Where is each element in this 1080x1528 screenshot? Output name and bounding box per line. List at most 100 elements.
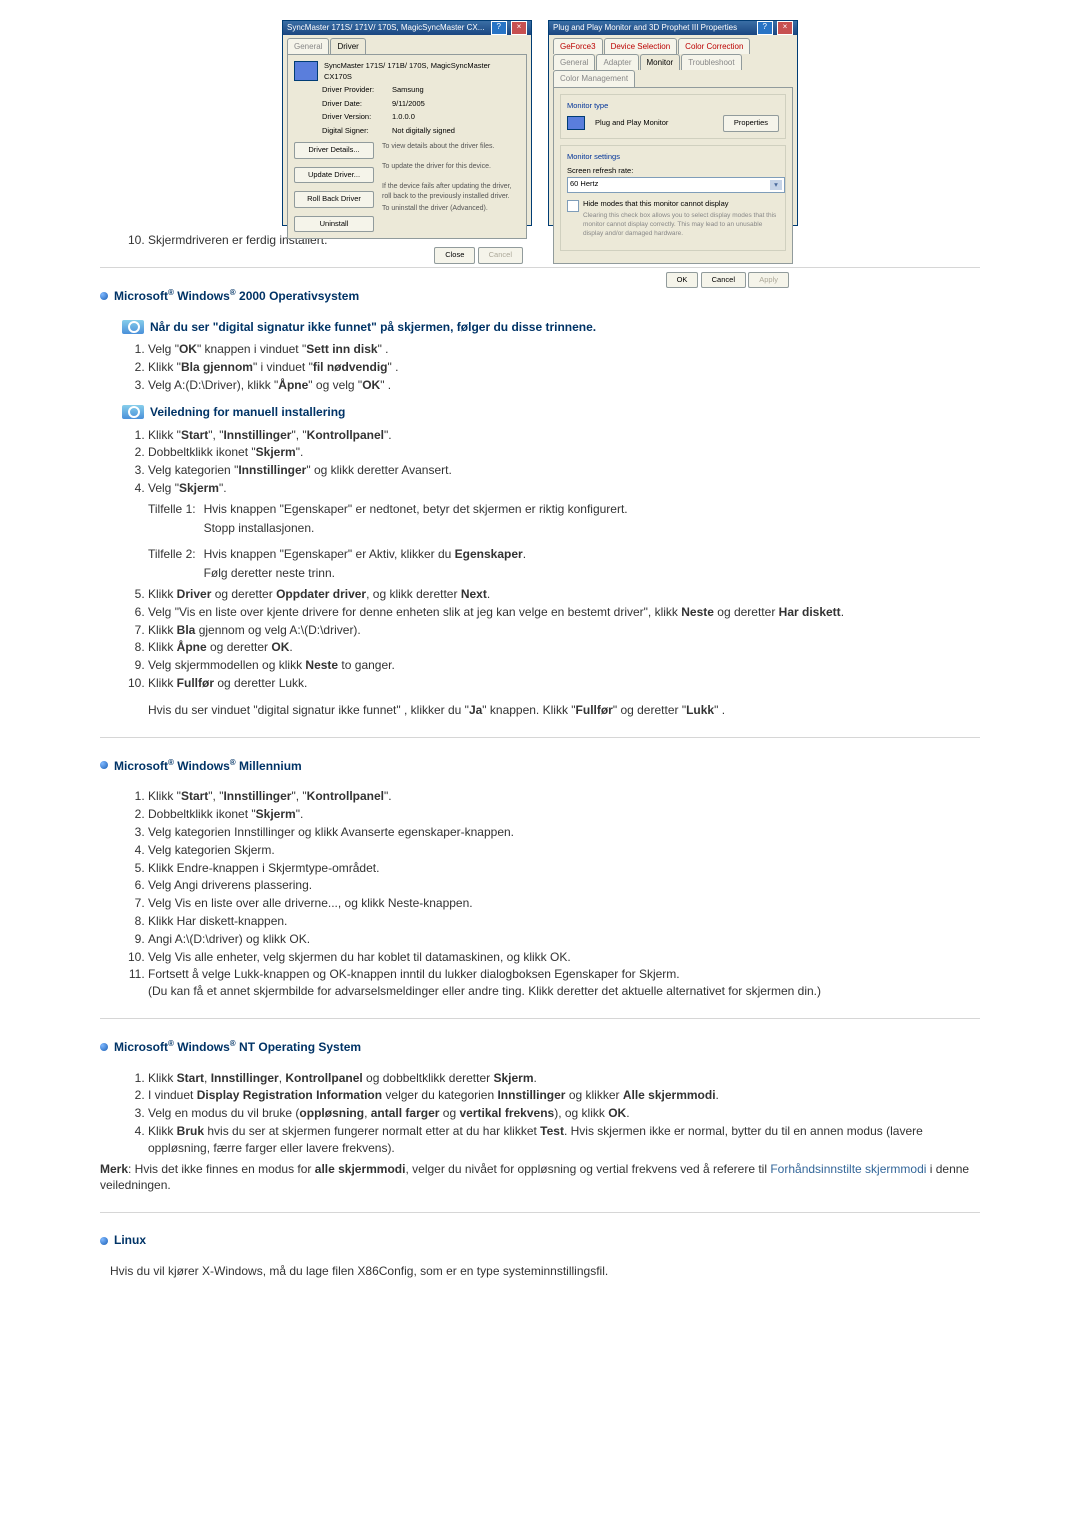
cancel-button[interactable]: Cancel bbox=[701, 272, 746, 289]
dialog-body: SyncMaster 171S/ 171B/ 170S, MagicSyncMa… bbox=[287, 54, 527, 239]
section-windows-2000: Microsoft® Windows® 2000 Operativsystem bbox=[100, 287, 980, 305]
version-label: Driver Version: bbox=[322, 112, 392, 123]
monitor-type-label: Monitor type bbox=[567, 101, 779, 112]
section-title: Microsoft® Windows® NT Operating System bbox=[114, 1038, 361, 1056]
case-1-text: Hvis knappen "Egenskaper" er nedtonet, b… bbox=[204, 501, 628, 518]
dialog-title: SyncMaster 171S/ 171V/ 170S, MagicSyncMa… bbox=[287, 22, 484, 33]
list-item: Velg Vis alle enheter, velg skjermen du … bbox=[148, 949, 980, 966]
tab-color-correction[interactable]: Color Correction bbox=[678, 38, 750, 54]
properties-button[interactable]: Properties bbox=[723, 115, 779, 132]
list-item: Velg kategorien Skjerm. bbox=[148, 842, 980, 859]
monitor-icon bbox=[294, 61, 318, 81]
list-item-text: Fortsett å velge Lukk-knappen og OK-knap… bbox=[148, 967, 680, 981]
separator bbox=[100, 1212, 980, 1214]
monitor-settings-group: Monitor settings Screen refresh rate: 60… bbox=[560, 145, 786, 251]
section-linux: Linux bbox=[100, 1232, 980, 1249]
list-item: Klikk Endre-knappen i Skjermtype-området… bbox=[148, 860, 980, 877]
update-desc: To update the driver for this device. bbox=[382, 162, 520, 182]
list-item: Angi A:\(D:\driver) og klikk OK. bbox=[148, 931, 980, 948]
list-item: Velg en modus du vil bruke (oppløsning, … bbox=[148, 1105, 980, 1122]
manual-install-steps-b: Klikk Driver og deretter Oppdater driver… bbox=[100, 586, 980, 692]
close-icon[interactable]: × bbox=[777, 21, 793, 35]
list-item: Velg kategorien Innstillinger og klikk A… bbox=[148, 824, 980, 841]
case-2-label: Tilfelle 2: bbox=[148, 546, 196, 563]
hide-modes-desc: Clearing this check box allows you to se… bbox=[583, 211, 779, 238]
magnifier-icon bbox=[122, 320, 144, 334]
dialog-bottom-buttons: Close Cancel bbox=[283, 243, 531, 270]
tab-device-selection[interactable]: Device Selection bbox=[604, 38, 678, 54]
help-icon[interactable]: ? bbox=[491, 21, 507, 35]
monitor-type-value: Plug and Play Monitor bbox=[595, 118, 668, 129]
close-button[interactable]: Close bbox=[434, 247, 475, 264]
signer-value: Not digitally signed bbox=[392, 126, 455, 137]
refresh-rate-value: 60 Hertz bbox=[570, 179, 598, 190]
checkbox-box bbox=[567, 200, 579, 212]
separator bbox=[100, 1018, 980, 1020]
titlebar: SyncMaster 171S/ 171V/ 170S, MagicSyncMa… bbox=[283, 21, 531, 35]
list-item: Klikk Åpne og deretter OK. bbox=[148, 639, 980, 656]
apply-button: Apply bbox=[748, 272, 789, 289]
separator bbox=[100, 737, 980, 739]
monitor-type-group: Monitor type Plug and Play Monitor Prope… bbox=[560, 94, 786, 139]
bullet-icon bbox=[100, 1237, 108, 1245]
ok-button[interactable]: OK bbox=[666, 272, 699, 289]
list-item: Klikk Bruk hvis du ser at skjermen funge… bbox=[148, 1123, 980, 1157]
list-item: I vinduet Display Registration Informati… bbox=[148, 1087, 980, 1104]
chevron-down-icon: ▾ bbox=[770, 180, 782, 190]
linux-paragraph: Hvis du vil kjører X-Windows, må du lage… bbox=[110, 1263, 980, 1280]
update-driver-button[interactable]: Update Driver... bbox=[294, 167, 374, 184]
merk-label: Merk bbox=[100, 1162, 128, 1176]
tab-monitor[interactable]: Monitor bbox=[640, 54, 681, 70]
me-steps: Klikk "Start", "Innstillinger", "Kontrol… bbox=[100, 788, 980, 1000]
monitor-settings-label: Monitor settings bbox=[567, 152, 779, 163]
separator bbox=[100, 267, 980, 269]
uninstall-desc: To uninstall the driver (Advanced). bbox=[382, 204, 520, 214]
list-item: Velg "OK" knappen i vinduet "Sett inn di… bbox=[148, 341, 980, 358]
tab-color-management[interactable]: Color Management bbox=[553, 70, 635, 86]
list-item: Velg "Vis en liste over kjente drivere f… bbox=[148, 604, 980, 621]
preset-modes-link[interactable]: Forhåndsinnstilte skjermmodi bbox=[770, 1162, 926, 1176]
list-item: Fortsett å velge Lukk-knappen og OK-knap… bbox=[148, 966, 980, 1000]
tab-general[interactable]: General bbox=[553, 54, 595, 70]
magnifier-icon bbox=[122, 405, 144, 419]
version-value: 1.0.0.0 bbox=[392, 112, 415, 123]
section-title: Linux bbox=[114, 1232, 146, 1249]
hide-modes-checkbox[interactable]: Hide modes that this monitor cannot disp… bbox=[567, 199, 779, 239]
list-item: Velg Vis en liste over alle driverne...,… bbox=[148, 895, 980, 912]
list-item: Klikk Start, Innstillinger, Kontrollpane… bbox=[148, 1070, 980, 1087]
digital-signature-steps: Velg "OK" knappen i vinduet "Sett inn di… bbox=[100, 341, 980, 393]
rollback-driver-button[interactable]: Roll Back Driver bbox=[294, 191, 374, 208]
me-paren: (Du kan få et annet skjermbilde for adva… bbox=[148, 984, 821, 998]
list-item: Velg kategorien "Innstillinger" og klikk… bbox=[148, 462, 980, 479]
section-windows-me: Microsoft® Windows® Millennium bbox=[100, 757, 980, 775]
provider-label: Driver Provider: bbox=[322, 85, 392, 96]
dialog-body: Monitor type Plug and Play Monitor Prope… bbox=[553, 87, 793, 264]
manual-install-steps-a: Klikk "Start", "Innstillinger", "Kontrol… bbox=[100, 427, 980, 497]
close-icon[interactable]: × bbox=[511, 21, 527, 35]
window-buttons: ? × bbox=[489, 21, 527, 35]
list-item: Dobbeltklikk ikonet "Skjerm". bbox=[148, 806, 980, 823]
device-name: SyncMaster 171S/ 171B/ 170S, MagicSyncMa… bbox=[324, 61, 520, 82]
refresh-rate-select[interactable]: 60 Hertz ▾ bbox=[567, 177, 785, 193]
rollback-desc: If the device fails after updating the d… bbox=[382, 182, 520, 204]
tab-adapter[interactable]: Adapter bbox=[596, 54, 638, 70]
case-1-label: Tilfelle 1: bbox=[148, 501, 196, 518]
tab-geforce[interactable]: GeForce3 bbox=[553, 38, 603, 54]
list-item: Klikk "Bla gjennom" i vinduet "fil nødve… bbox=[148, 359, 980, 376]
uninstall-button[interactable]: Uninstall bbox=[294, 216, 374, 233]
tab-strip: GeForce3 Device Selection Color Correcti… bbox=[549, 35, 797, 87]
bullet-icon bbox=[100, 761, 108, 769]
help-icon[interactable]: ? bbox=[757, 21, 773, 35]
tab-troubleshoot[interactable]: Troubleshoot bbox=[681, 54, 741, 70]
driver-details-button[interactable]: Driver Details... bbox=[294, 142, 374, 159]
monitor-properties-dialog: Plug and Play Monitor and 3D Prophet III… bbox=[548, 20, 798, 226]
cancel-button: Cancel bbox=[478, 247, 523, 264]
list-item: Klikk Bla gjennom og velg A:\(D:\driver)… bbox=[148, 622, 980, 639]
list-item: Klikk "Start", "Innstillinger", "Kontrol… bbox=[148, 427, 980, 444]
list-item: Klikk Driver og deretter Oppdater driver… bbox=[148, 586, 980, 603]
list-item: Velg skjermmodellen og klikk Neste to ga… bbox=[148, 657, 980, 674]
tab-general[interactable]: General bbox=[287, 38, 329, 54]
note-2000: Hvis du ser vinduet "digital signatur ik… bbox=[148, 702, 980, 719]
monitor-icon bbox=[567, 116, 585, 130]
tab-driver[interactable]: Driver bbox=[330, 38, 365, 54]
